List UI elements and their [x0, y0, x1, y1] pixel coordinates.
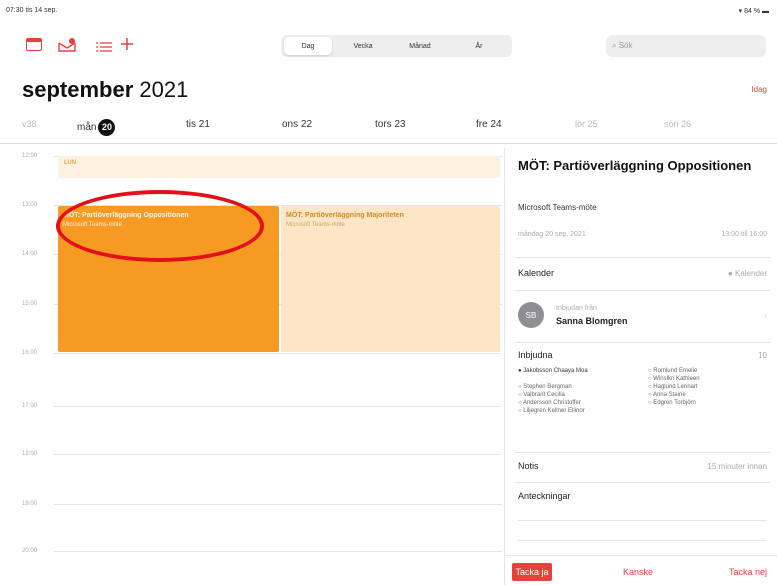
hour-label: 14:00: [22, 251, 38, 257]
grid-line: [54, 551, 502, 552]
day-wed[interactable]: ons 22: [282, 119, 312, 130]
invitee: ○ Romlund Emelie: [648, 368, 698, 374]
notes-field[interactable]: [518, 520, 767, 521]
invitee: ○ Andersson Christoffer: [518, 400, 581, 406]
day-label: mån: [77, 122, 97, 133]
search-input[interactable]: ⌕ Sök: [606, 35, 766, 57]
status-bar: 07:30 tis 14 sep. ▾ 84 % ▬: [0, 0, 777, 20]
invitee: ○ Winslkn Kathleen: [648, 376, 700, 382]
grid-line: [54, 454, 502, 455]
grid-line: [54, 406, 502, 407]
grid-line: [54, 353, 502, 354]
week-number: v38: [22, 119, 37, 129]
list-icon[interactable]: [96, 40, 112, 58]
event-majority[interactable]: MÖT: Partiöverläggning Majoriteten Micro…: [281, 206, 500, 352]
lunch-event[interactable]: LUN: [58, 156, 500, 178]
hour-label: 12:00: [22, 153, 38, 159]
calendar-list-icon[interactable]: [26, 38, 42, 51]
decline-button[interactable]: Tacka nej: [729, 567, 767, 577]
day-fri[interactable]: fre 24: [476, 119, 502, 130]
divider: [515, 482, 770, 483]
selected-day-number: 20: [98, 119, 116, 136]
hour-label: 20:00: [22, 548, 38, 554]
invitee: ○ Haglund Lennart: [648, 384, 698, 390]
highlight-circle: [56, 190, 264, 262]
detail-title: MÖT: Partiöverläggning Oppositionen: [518, 158, 752, 173]
today-button[interactable]: Idag: [751, 85, 767, 94]
detail-date: måndag 20 sep. 2021: [518, 231, 586, 238]
maybe-button[interactable]: Kanske: [623, 567, 653, 577]
divider: [515, 290, 770, 291]
hour-label: 17:00: [22, 403, 38, 409]
calendar-label: Kalender: [518, 268, 555, 278]
battery-indicator: ▾ 84 % ▬: [738, 8, 769, 15]
day-sat[interactable]: lör 25: [575, 119, 598, 129]
invited-count[interactable]: 10: [758, 351, 767, 360]
divider: [515, 452, 770, 453]
event-title: LUN: [64, 160, 77, 166]
detail-time: 13:00 till 16:00: [721, 231, 767, 238]
calendar-value[interactable]: ● Kalender: [728, 269, 767, 278]
hour-label: 15:00: [22, 301, 38, 307]
month-label: september: [22, 77, 134, 102]
notis-label: Notis: [518, 461, 539, 471]
tab-day[interactable]: Dag: [284, 37, 332, 55]
notes-label: Anteckningar: [518, 491, 571, 501]
invitee-list-left: ● Jakobsson Chaaya Moa ○ Stephen Bergman…: [518, 367, 588, 415]
invitee: [518, 375, 588, 383]
hour-label: 19:00: [22, 501, 38, 507]
invitee: ○ Liljegren Kellner Ellinor: [518, 408, 585, 414]
invitee: ○ Anna Staine: [648, 392, 686, 398]
organizer-name: Sanna Blomgren: [556, 316, 628, 326]
view-segmented-control: Dag Vecka Månad År: [281, 35, 512, 57]
invitee: ○ Edgren Torbjörn: [648, 400, 696, 406]
add-icon[interactable]: [120, 37, 134, 56]
footer-divider: [504, 555, 777, 556]
notis-value[interactable]: 15 minuter innan: [707, 462, 767, 471]
page-title: september 2021: [22, 77, 188, 103]
day-tue[interactable]: tis 21: [186, 119, 210, 130]
event-title: MÖT: Partiöverläggning Majoriteten: [286, 212, 404, 219]
invitee: ● Jakobsson Chaaya Moa: [518, 368, 588, 374]
tab-week[interactable]: Vecka: [339, 37, 387, 55]
grid-line: [54, 504, 502, 505]
invitee: ○ Valbrant Cecilia: [518, 392, 565, 398]
invitee: ○ Stephen Bergman: [518, 384, 572, 390]
year-label: 2021: [139, 77, 189, 102]
event-subtitle: Microsoft Teams-möte: [286, 222, 345, 228]
day-thu[interactable]: tors 23: [375, 119, 406, 130]
divider: [515, 342, 770, 343]
invited-label: Inbjudna: [518, 350, 553, 360]
day-sun[interactable]: sön 26: [664, 119, 691, 129]
detail-subtitle: Microsoft Teams-möte: [518, 203, 597, 212]
invitee-list-right: ○ Romlund Emelie ○ Winslkn Kathleen ○ Ha…: [648, 367, 700, 407]
tab-year[interactable]: År: [453, 37, 505, 55]
accept-button[interactable]: Tacka ja: [512, 563, 552, 581]
notes-field-line: [518, 540, 767, 541]
status-time: 07:30 tis 14 sep.: [6, 7, 58, 14]
hour-label: 18:00: [22, 451, 38, 457]
inbox-icon[interactable]: [58, 38, 76, 52]
divider: [515, 257, 770, 258]
hour-label: 16:00: [22, 350, 38, 356]
tab-month[interactable]: Månad: [394, 37, 446, 55]
hour-label: 13:00: [22, 202, 38, 208]
invited-from-label: Inbjudan från: [556, 305, 597, 312]
header-divider: [0, 143, 777, 144]
chevron-right-icon[interactable]: ›: [764, 310, 767, 320]
avatar: SB: [518, 302, 544, 328]
day-mon[interactable]: mån 20: [77, 119, 116, 136]
